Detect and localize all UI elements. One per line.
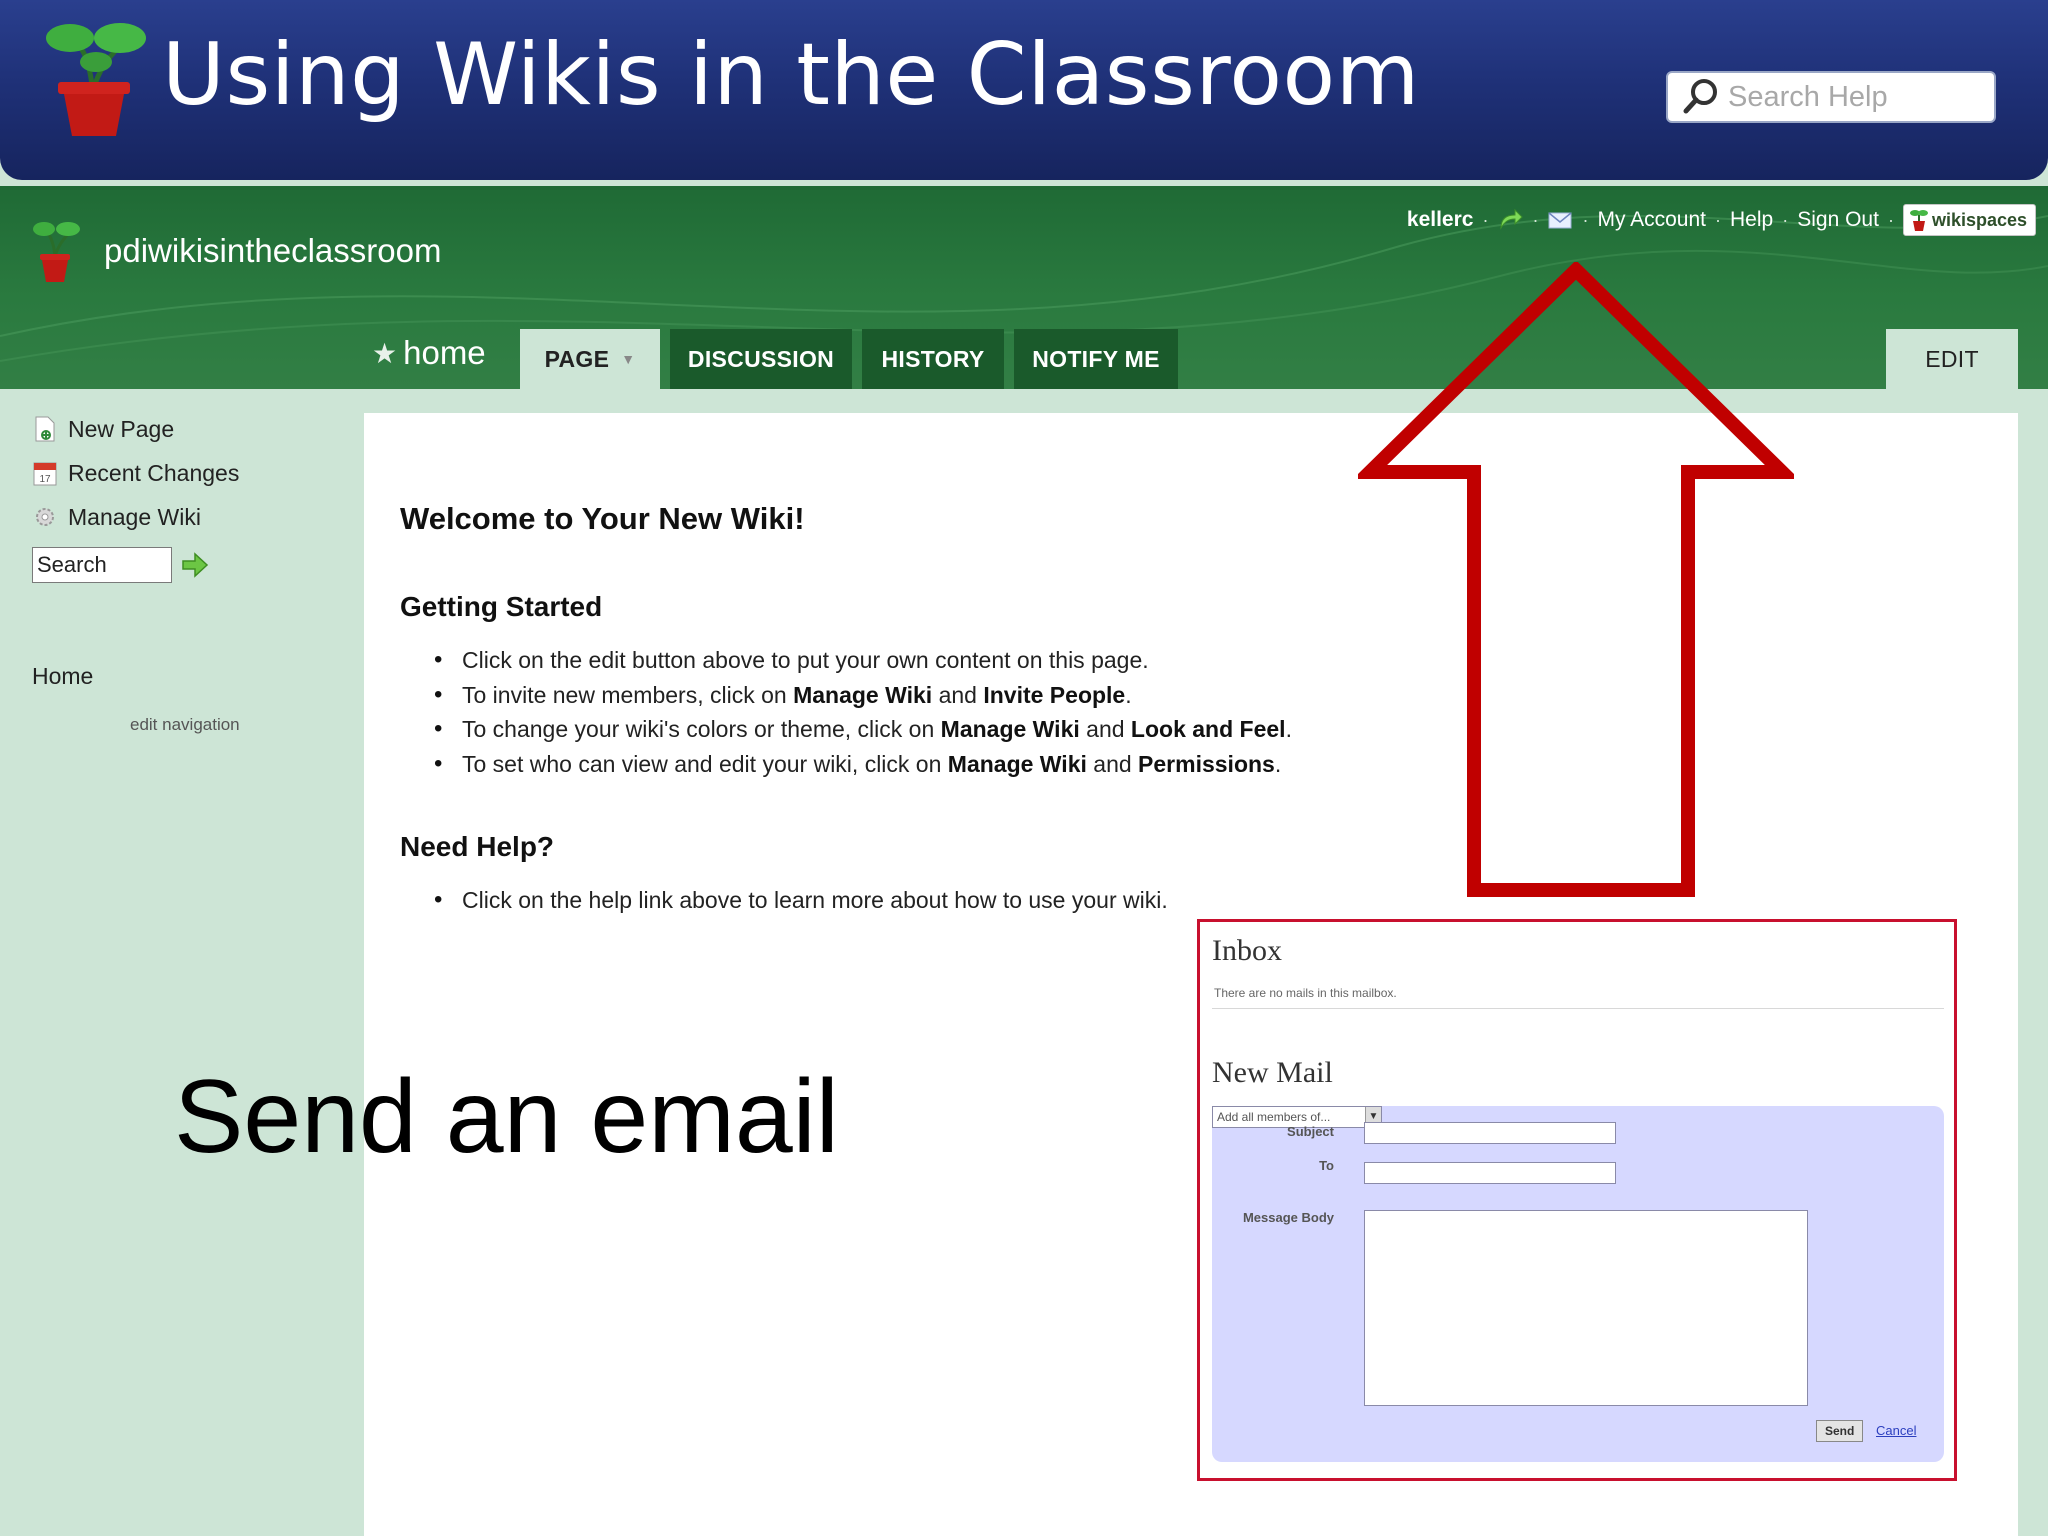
slide-banner: Using Wikis in the Classroom <box>0 0 2048 180</box>
separator: · <box>1887 209 1894 230</box>
sidebar-item-recent-changes[interactable]: 17 Recent Changes <box>32 459 239 487</box>
wikispaces-label: wikispaces <box>1931 209 2027 230</box>
sidebar-item-new-page[interactable]: New Page <box>32 415 174 443</box>
list-item: To invite new members, click on Manage W… <box>434 678 1292 713</box>
members-select-value: Add all members of... <box>1217 1110 1331 1124</box>
wikispaces-plant-icon <box>1909 210 1928 231</box>
getting-started-heading: Getting Started <box>400 591 603 622</box>
to-label: To <box>1319 1158 1334 1173</box>
go-arrow-icon[interactable] <box>180 550 210 580</box>
tab-home[interactable]: ★ home <box>372 334 486 372</box>
username-link[interactable]: kellerc <box>1407 208 1474 232</box>
divider <box>1212 1008 1944 1009</box>
subject-input[interactable] <box>1364 1122 1616 1144</box>
separator: · <box>1482 209 1489 230</box>
tab-history[interactable]: HISTORY <box>862 329 1004 389</box>
inbox-empty-message: There are no mails in this mailbox. <box>1214 986 1397 1000</box>
sidebar-search <box>32 547 210 583</box>
slide-caption: Send an email <box>174 1059 839 1175</box>
gear-icon <box>36 508 54 526</box>
edit-button[interactable]: EDIT <box>1886 329 2018 389</box>
mail-envelope-icon[interactable] <box>1547 208 1573 232</box>
calendar-icon: 17 <box>33 462 57 486</box>
message-body-input[interactable] <box>1364 1210 1808 1406</box>
sidebar: New Page 17 Recent Changes Manage Wiki H… <box>0 389 364 1536</box>
mail-panel: Inbox There are no mails in this mailbox… <box>1197 919 1957 1481</box>
svg-text:17: 17 <box>39 474 51 485</box>
separator: · <box>1582 209 1589 230</box>
chevron-down-icon: ▼ <box>621 351 636 367</box>
need-help-heading: Need Help? <box>400 831 555 862</box>
list-item: To set who can view and edit your wiki, … <box>434 747 1292 782</box>
getting-started-list: Click on the edit button above to put yo… <box>434 643 1292 782</box>
cancel-link[interactable]: Cancel <box>1876 1423 1916 1438</box>
user-bar: kellerc · · · My Account · Help · Sign O… <box>1407 204 2036 236</box>
my-account-link[interactable]: My Account <box>1597 208 1706 232</box>
star-icon[interactable]: ★ <box>372 337 397 370</box>
share-arrow-icon[interactable] <box>1497 208 1524 232</box>
need-help-list: Click on the help link above to learn mo… <box>434 883 1168 918</box>
new-mail-form: Subject To Add all members of... ▼ Messa… <box>1212 1106 1944 1462</box>
sidebar-search-input[interactable] <box>32 547 172 583</box>
tab-page[interactable]: PAGE ▼ <box>520 329 660 389</box>
subject-label: Subject <box>1287 1124 1334 1139</box>
new-mail-heading: New Mail <box>1212 1056 1333 1089</box>
page-title: Welcome to Your New Wiki! <box>400 501 805 536</box>
nav-home-link[interactable]: Home <box>32 663 93 690</box>
slide-title: Using Wikis in the Classroom <box>162 25 1420 125</box>
tab-page-label: PAGE <box>544 345 610 372</box>
new-page-icon <box>35 416 55 442</box>
search-icon <box>1683 79 1717 114</box>
tab-notify-me[interactable]: NOTIFY ME <box>1014 329 1178 389</box>
wikispaces-badge[interactable]: wikispaces <box>1902 204 2036 236</box>
wiki-name[interactable]: pdiwikisintheclassroom <box>104 232 441 270</box>
home-tab-label: home <box>403 334 486 371</box>
sidebar-item-label: Recent Changes <box>68 459 240 486</box>
list-item: Click on the edit button above to put yo… <box>434 643 1292 678</box>
help-search-input[interactable] <box>1728 80 1978 114</box>
to-input[interactable] <box>1364 1162 1616 1184</box>
message-body-label: Message Body <box>1242 1210 1334 1225</box>
inbox-heading: Inbox <box>1212 934 1282 967</box>
wiki-logo-icon <box>33 222 80 282</box>
sidebar-item-manage-wiki[interactable]: Manage Wiki <box>32 503 201 531</box>
tab-discussion[interactable]: DISCUSSION <box>670 329 852 389</box>
sign-out-link[interactable]: Sign Out <box>1797 208 1879 232</box>
help-search-box[interactable] <box>1666 71 1996 123</box>
list-item: Click on the help link above to learn mo… <box>434 883 1168 918</box>
edit-navigation-link[interactable]: edit navigation <box>130 715 240 735</box>
separator: · <box>1532 209 1539 230</box>
sidebar-item-label: New Page <box>68 415 175 442</box>
potted-plant-logo-icon <box>46 23 146 136</box>
send-button[interactable]: Send <box>1816 1420 1864 1442</box>
sidebar-item-label: Manage Wiki <box>68 503 201 530</box>
separator: · <box>1782 209 1789 230</box>
help-link[interactable]: Help <box>1730 208 1773 232</box>
up-arrow-callout-icon <box>1358 262 1794 897</box>
separator: · <box>1715 209 1722 230</box>
list-item: To change your wiki's colors or theme, c… <box>434 712 1292 747</box>
